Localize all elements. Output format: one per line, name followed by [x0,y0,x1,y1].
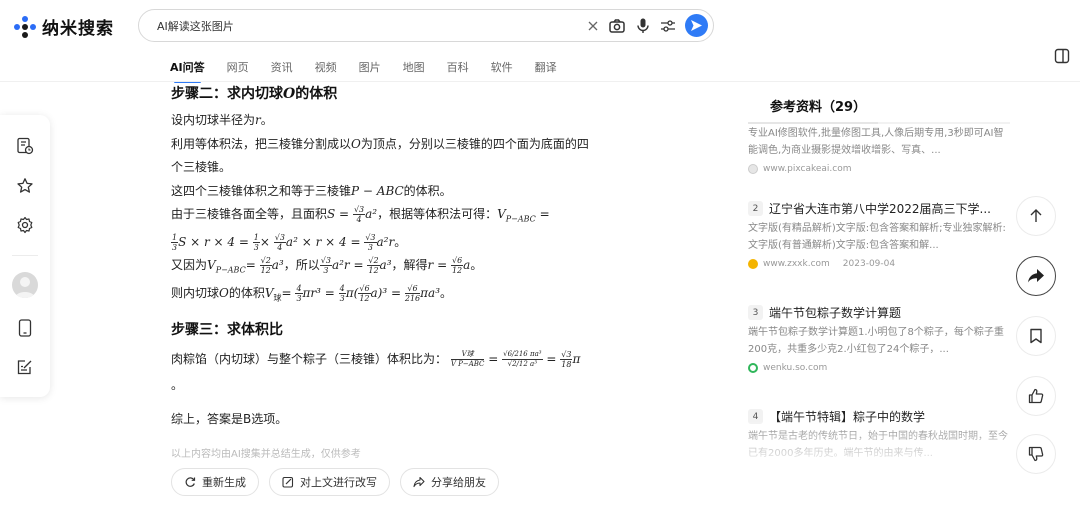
tab-video[interactable]: 视频 [315,59,337,75]
share-arrow-icon [1028,269,1044,283]
thumbs-up-icon [1028,388,1044,404]
reference-item[interactable]: 4 【端午节特辑】粽子中的数学 端午节是古老的传统节日，始于中国的春秋战国时期，… [748,408,1010,462]
header-divider [0,81,1080,82]
history-icon[interactable] [15,136,35,156]
reference-date: 2023-09-04 [842,259,896,269]
search-tabs: AI问答 网页 资讯 视频 图片 地图 百科 软件 翻译 [170,59,579,83]
share-to-friends-button[interactable]: 分享给朋友 [400,468,499,496]
panel-toggle-icon[interactable] [1054,48,1070,64]
reference-title[interactable]: 3 端午节包粽子数学计算题 [748,304,1010,321]
tab-encyclopedia[interactable]: 百科 [447,59,469,75]
reference-snippet: 端午节是古老的传统节日，始于中国的春秋战国时期，至今已有2000多年历史。端午节… [748,431,1008,459]
answer-line: 则内切球O的体积V球= 4 3 πr³ = 4 3 π(√6 12 a)³ = √6 216 π… [171,284,453,304]
search-bar[interactable] [138,9,714,42]
ai-answer: 步骤二：求内切球O的体积 设内切球半径为r。 利用等体积法，把三棱锥分割成以O为… [171,84,641,460]
reference-meta: www.pixcakeai.com [748,164,1010,174]
answer-line: 这四个三棱锥体积之和等于三棱锥P − ABC的体积。 [171,183,452,198]
conclusion: 综上，答案是B选项。 [171,411,288,426]
step2-heading: 步骤二：求内切球O的体积 [171,86,338,102]
reference-item[interactable]: 2 辽宁省大连市第八中学2022届高三下学... 文字版(有精品解析)文字版:包… [748,200,1010,269]
reference-snippet: 端午节包粽子数学计算题1.小明包了8个粽子，每个粽子重200克，共重多少克2.小… [748,327,1004,355]
tab-translate[interactable]: 翻译 [535,59,557,75]
reference-source: www.pixcakeai.com [763,164,852,174]
tab-ai-qa[interactable]: AI问答 [170,59,205,83]
arrow-up-icon [1030,209,1042,222]
answer-line: 又因为VP−ABC= √2 12 a³，所以 √3 3 a²r = √2 12 a³，解得r … [171,256,483,276]
tab-images[interactable]: 图片 [359,59,381,75]
reference-item[interactable]: 专业AI修图软件,批量修图工具,人像后期专用,3秒即可AI智能调色,为商业摄影提… [748,122,1010,174]
reference-snippet: 专业AI修图软件,批量修图工具,人像后期专用,3秒即可AI智能调色,为商业摄影提… [748,128,1004,156]
site-favicon-icon [748,363,758,373]
settings-gear-icon[interactable] [15,215,35,235]
tab-web[interactable]: 网页 [227,59,249,75]
rewrite-button[interactable]: 对上文进行改写 [269,468,390,496]
ai-disclaimer: 以上内容均由AI搜集并总结生成，仅供参考 [171,449,361,461]
search-input[interactable] [157,19,577,32]
regenerate-button[interactable]: 重新生成 [171,468,259,496]
logo[interactable]: 纳米搜索 [14,14,114,39]
avatar[interactable] [12,272,38,298]
bookmark-button[interactable] [1016,316,1056,356]
answer-line: 。 [171,378,184,393]
answer-line: 由于三棱锥各面全等，且面积S = √3 4 a²，根据等体积法可得：VP−ABC = [171,205,550,224]
tab-news[interactable]: 资讯 [271,59,293,75]
refresh-icon [185,477,196,487]
reference-title[interactable]: 4 【端午节特辑】粽子中的数学 [748,408,1010,425]
mobile-phone-icon[interactable] [15,318,35,338]
share-button[interactable] [1016,256,1056,296]
step3-heading: 步骤三：求体积比 [171,322,283,339]
tab-map[interactable]: 地图 [403,59,425,75]
references-title: 参考资料（29） [770,100,867,115]
bookmark-icon [1030,328,1042,344]
reference-snippet: 文字版(有精品解析)文字版:包含答案和解析;专业独家解析: 文字版(有普通解析)… [748,223,1006,251]
answer-line: 设内切球半径为r。 [171,113,273,127]
share-icon [413,476,425,488]
camera-icon[interactable] [608,17,626,35]
like-button[interactable] [1016,376,1056,416]
edit-icon [282,476,294,488]
feedback-edit-icon[interactable] [15,357,35,377]
send-arrow-icon [691,20,702,31]
reference-source: www.zxxk.com [763,259,830,269]
reference-meta: wenku.so.com [748,363,1010,373]
dislike-button[interactable] [1016,434,1056,474]
send-button[interactable] [685,14,708,37]
reference-title[interactable]: 2 辽宁省大连市第八中学2022届高三下学... [748,200,1010,217]
filter-settings-icon[interactable] [659,17,677,35]
scroll-up-button[interactable] [1016,196,1056,236]
answer-actions: 重新生成 对上文进行改写 分享给朋友 [171,468,499,496]
answer-line: 肉粽馅（内切球）与整个粽子（三棱锥）体积比为： V球 V P−ABC = √6/2… [171,350,581,370]
microphone-icon[interactable] [634,17,652,35]
answer-line: 利用等体积法，把三棱锥分割成以O为顶点，分别以三棱锥的四个面为底面的四 [171,136,589,151]
logo-text: 纳米搜索 [42,19,114,39]
left-sidebar [0,115,50,397]
link-icon [748,164,758,174]
reference-meta: www.zxxk.com 2023-09-04 [748,259,1010,269]
clear-icon[interactable] [584,17,602,35]
answer-line: 个三棱锥。 [171,160,232,174]
site-favicon-icon [748,259,758,269]
reference-item[interactable]: 3 端午节包粽子数学计算题 端午节包粽子数学计算题1.小明包了8个粽子，每个粽子… [748,304,1010,373]
answer-line: 13S × r × 4 = 1 3 × √3 4 a² × r × 4 = √3 3 a²r… [171,232,407,252]
logo-mark-icon [14,15,36,38]
favorites-star-icon[interactable] [15,176,35,196]
sidebar-divider [12,255,38,256]
reference-source: wenku.so.com [763,363,828,373]
tab-software[interactable]: 软件 [491,59,513,75]
thumbs-down-icon [1028,446,1044,462]
